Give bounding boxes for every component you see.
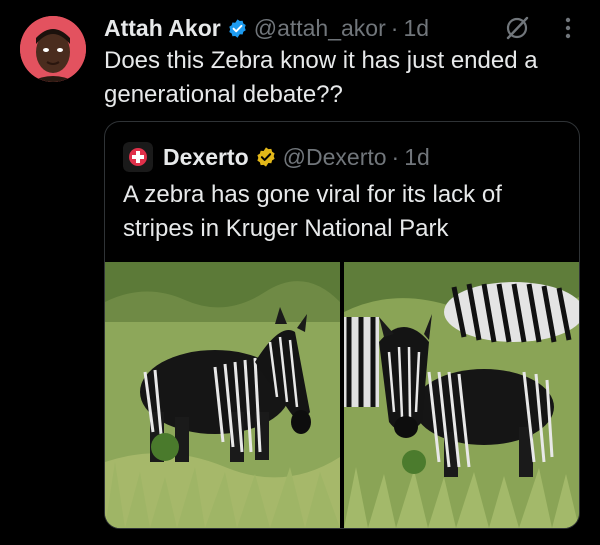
quoted-header: Dexerto @Dexerto · 1d (123, 142, 430, 172)
quoted-author-handle[interactable]: @Dexerto (283, 144, 387, 171)
more-vertical-icon[interactable] (564, 17, 572, 39)
verified-badge-icon (228, 18, 246, 38)
avatar[interactable] (20, 16, 86, 82)
quoted-tweet[interactable]: Dexerto @Dexerto · 1d A zebra has gone v… (104, 121, 580, 529)
author-handle[interactable]: @attah_akor (254, 15, 386, 42)
quoted-post-time[interactable]: 1d (404, 144, 430, 171)
post-time[interactable]: 1d (403, 15, 429, 42)
dexerto-logo-icon[interactable] (123, 142, 153, 172)
media-grid (105, 262, 579, 528)
quoted-author-name[interactable]: Dexerto (163, 144, 249, 171)
tweet-text: Does this Zebra know it has just ended a… (104, 47, 538, 108)
zebra-photo-right[interactable] (344, 262, 579, 528)
separator-dot: · (390, 14, 399, 41)
zebra-photo-left[interactable] (105, 262, 340, 528)
grok-icon[interactable] (504, 15, 530, 41)
quoted-separator-dot: · (391, 143, 400, 170)
quoted-text: A zebra has gone viral for its lack of s… (123, 181, 502, 242)
verified-org-badge-icon (257, 147, 275, 167)
author-name[interactable]: Attah Akor (104, 15, 221, 42)
